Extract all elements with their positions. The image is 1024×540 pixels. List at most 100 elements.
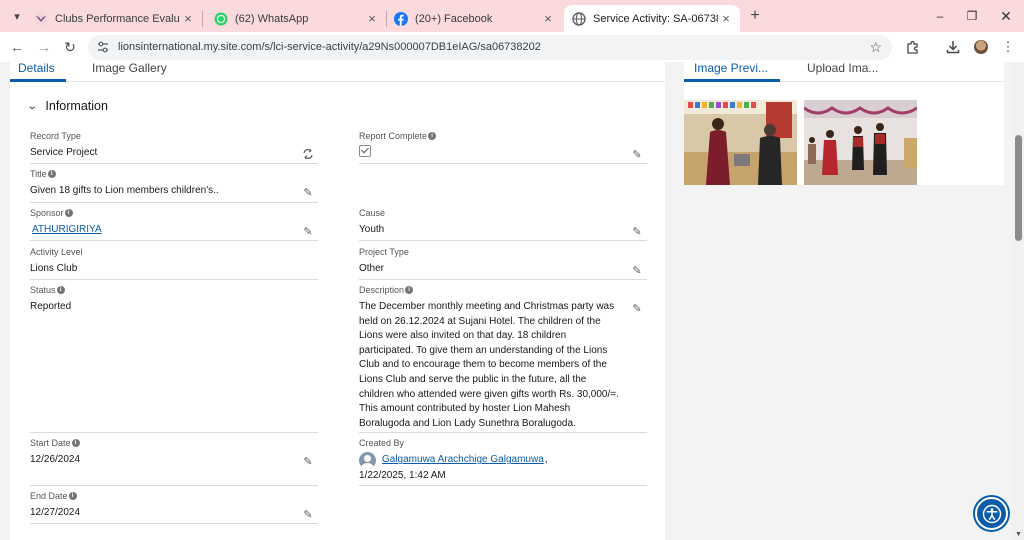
restore-window-icon[interactable]: ❐ <box>962 6 982 26</box>
forward-arrow-icon[interactable]: → <box>35 38 53 56</box>
edit-pencil-icon[interactable]: ✎ <box>302 455 314 468</box>
tab-close-icon[interactable]: × <box>718 11 734 27</box>
field-label: Record Type <box>30 131 81 141</box>
profile-avatar[interactable] <box>974 40 988 54</box>
tab-close-icon[interactable]: × <box>364 11 380 27</box>
info-icon[interactable]: i <box>71 439 80 447</box>
record-detail-card: Details Image Gallery ⌄ Information Reco… <box>10 62 665 540</box>
field-value: Service Project <box>30 147 98 158</box>
field-activity-level: Activity Level Lions Club <box>30 246 318 280</box>
description-line: participated. To give them an understand… <box>359 344 608 356</box>
edit-pencil-icon[interactable]: ✎ <box>302 508 314 521</box>
reload-icon[interactable]: ↻ <box>61 38 79 56</box>
site-settings-icon[interactable] <box>96 40 110 54</box>
description-text: The December monthly meeting and Christm… <box>359 300 647 431</box>
info-icon[interactable]: i <box>64 209 73 217</box>
creator-link[interactable]: Galgamuwa Arachchige Galgamuwa <box>382 453 544 468</box>
facebook-icon <box>394 11 408 26</box>
info-icon[interactable]: i <box>47 170 56 178</box>
field-record-type: Record Type Service Project <box>30 130 318 164</box>
tab-close-icon[interactable]: × <box>540 11 556 27</box>
browser-menu-kebab-icon[interactable]: ⋮ <box>999 38 1017 56</box>
page-scrollbar[interactable]: ▼ <box>1013 62 1024 540</box>
field-value: 12/27/2024 <box>30 507 81 518</box>
browser-tab[interactable]: (20+) Facebook × <box>386 5 562 32</box>
field-value: Lions Club <box>30 263 78 274</box>
record-tab-bar: Details Image Gallery <box>10 62 665 82</box>
browser-tab-active[interactable]: Service Activity: SA-06738202 × <box>564 5 740 32</box>
field-start-date: Start Date i 12/26/2024 ✎ <box>30 437 318 486</box>
event-photo-gift-handover <box>684 100 797 185</box>
tab-search-chevron-icon[interactable]: ▾ <box>8 7 26 25</box>
url-text[interactable]: lionsinternational.my.site.com/s/lci-ser… <box>118 41 541 53</box>
tab-image-gallery[interactable]: Image Gallery <box>92 62 167 75</box>
field-cause: Cause Youth ✎ <box>359 207 647 241</box>
sponsor-link[interactable]: ATHURIGIRIYA <box>32 223 318 238</box>
edit-pencil-icon[interactable]: ✎ <box>631 148 643 161</box>
tab-title: (20+) Facebook <box>415 12 493 25</box>
browser-tab[interactable]: (62) WhatsApp × <box>206 5 386 32</box>
field-value: 12/26/2024 <box>30 454 81 465</box>
field-label-row: Status i <box>30 284 318 296</box>
minimize-icon[interactable]: – <box>930 6 950 26</box>
back-arrow-icon[interactable]: ← <box>8 38 26 56</box>
accessibility-button[interactable] <box>975 497 1008 530</box>
edit-pencil-icon[interactable]: ✎ <box>302 225 314 238</box>
created-datetime: 1/22/2025, 1:42 AM <box>359 470 446 481</box>
edit-pencil-icon[interactable]: ✎ <box>302 186 314 199</box>
description-line: The December monthly meeting and Christm… <box>359 301 615 312</box>
field-value: Other <box>359 263 385 274</box>
scroll-down-arrow-icon[interactable]: ▼ <box>1015 531 1022 538</box>
field-value: Youth <box>359 224 385 235</box>
info-icon[interactable]: i <box>56 286 65 294</box>
tab-details[interactable]: Details <box>18 62 55 75</box>
field-created-by: Created By Galgamuwa Arachchige Galgamuw… <box>359 437 647 486</box>
description-line: Club and to encourage them to become mem… <box>359 359 607 371</box>
event-photo-thumbnail[interactable] <box>804 100 917 185</box>
address-bar[interactable]: lionsinternational.my.site.com/s/lci-ser… <box>88 35 892 60</box>
field-divider <box>359 432 647 433</box>
tab-close-icon[interactable]: × <box>180 11 196 27</box>
tab-upload-image[interactable]: Upload Ima... <box>807 62 878 75</box>
browser-tab[interactable]: Clubs Performance Evaluation S × <box>26 5 202 32</box>
edit-pencil-icon[interactable]: ✎ <box>631 302 643 315</box>
description-line: held on 26.12.2024 at Sujani Hotel. The … <box>359 315 601 327</box>
field-divider <box>359 485 647 486</box>
change-record-type-icon[interactable] <box>302 148 314 160</box>
download-icon[interactable] <box>946 40 960 54</box>
field-title: Title i Given 18 gifts to Lion members ch… <box>30 168 318 203</box>
info-icon[interactable]: i <box>405 286 414 294</box>
field-label: Project Type <box>359 247 409 257</box>
description-line: Lions were also invited on that day. 18 … <box>359 330 567 342</box>
chevron-down-icon: ⌄ <box>26 100 38 112</box>
event-photo-thumbnail[interactable] <box>684 100 797 185</box>
close-window-icon[interactable]: ✕ <box>996 6 1016 26</box>
field-label: Report Complete <box>359 131 428 141</box>
info-icon[interactable]: i <box>68 492 77 500</box>
active-tab-indicator <box>684 79 780 82</box>
field-label: Cause <box>359 208 386 218</box>
information-section-toggle[interactable]: ⌄ Information <box>26 99 108 113</box>
bookmark-star-icon[interactable]: ☆ <box>869 39 882 56</box>
extensions-puzzle-icon[interactable] <box>906 40 920 54</box>
field-label: Title <box>30 169 47 179</box>
scrollbar-thumb[interactable] <box>1015 135 1022 241</box>
field-divider <box>359 240 647 241</box>
tab-title: Service Activity: SA-06738202 <box>593 12 718 25</box>
edit-pencil-icon[interactable]: ✎ <box>631 264 643 277</box>
edit-pencil-icon[interactable]: ✎ <box>631 225 643 238</box>
report-complete-checkbox[interactable] <box>359 145 371 157</box>
field-divider <box>30 163 318 164</box>
creator-separator: , <box>544 454 548 466</box>
new-tab-plus-icon[interactable]: + <box>746 7 764 25</box>
field-label: Status <box>30 285 56 295</box>
lions-logo-icon <box>34 11 48 26</box>
field-status: Status i Reported <box>30 284 318 433</box>
field-sponsor: Sponsor i ATHURIGIRIYA ✎ <box>30 207 318 241</box>
field-divider <box>359 163 647 164</box>
info-icon[interactable]: i <box>428 132 437 140</box>
image-tab-bar: Image Previ... Upload Ima... <box>684 62 1004 82</box>
browser-tab-strip: ▾ Clubs Performance Evaluation S × (62) … <box>0 0 1024 32</box>
tab-image-preview[interactable]: Image Previ... <box>694 62 768 75</box>
whatsapp-icon <box>214 12 228 25</box>
